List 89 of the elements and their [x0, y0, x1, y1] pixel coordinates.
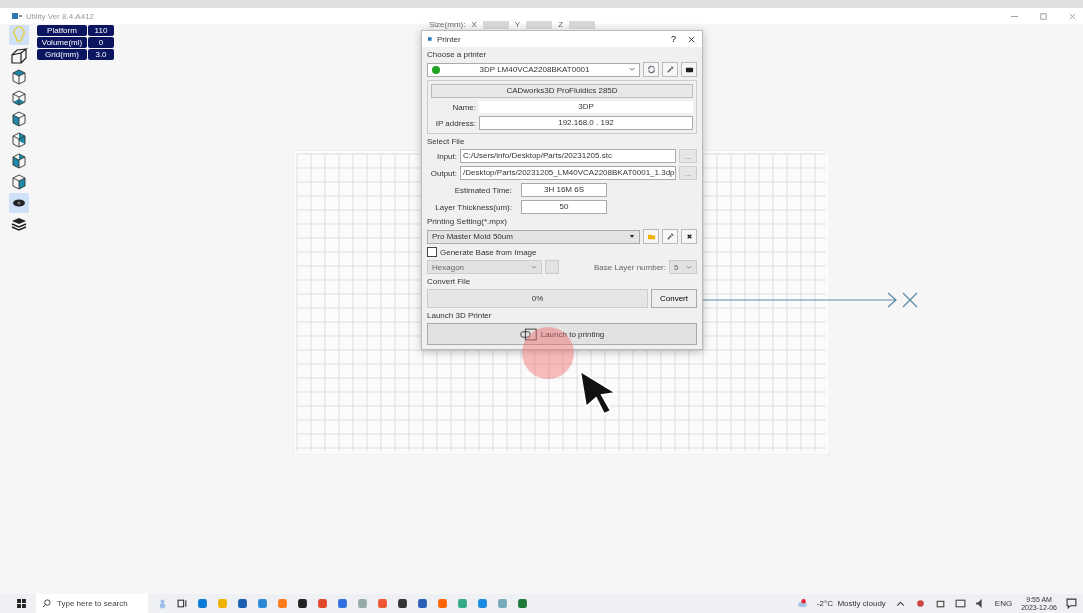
browse-button[interactable]: ...: [679, 149, 697, 163]
taskbar-search-field[interactable]: Type here to search: [36, 594, 148, 613]
size-input-field[interactable]: [482, 20, 509, 29]
name-label: Name:: [451, 102, 476, 112]
chevron-up-icon[interactable]: [894, 598, 906, 609]
wrench-icon: [665, 65, 675, 74]
ip-address-field[interactable]: 192.168.0 . 192: [479, 116, 693, 130]
perspective-box-icon[interactable]: [9, 46, 29, 66]
windows-start-icon[interactable]: [16, 598, 27, 609]
weather-text: -2°C Mostly cloudy: [816, 599, 886, 608]
layer-thickness-label: Layer Thickness(um):: [434, 202, 512, 212]
weather-icon: [796, 598, 808, 609]
help-button[interactable]: ?: [663, 34, 684, 44]
axis-label: Y: [514, 20, 521, 29]
cube-view-icon[interactable]: [9, 88, 29, 108]
cube-view-icon[interactable]: [9, 151, 29, 171]
app-icon: [12, 12, 22, 20]
launch-button[interactable]: Launch to printing: [427, 323, 697, 345]
info-label: Volume(ml): [37, 37, 87, 48]
output-path-field[interactable]: /Desktop/Parts/20231205_LM40VCA2208BKAT0001_1.3dp: [460, 166, 676, 180]
input-path-field[interactable]: C:/Users/info/Desktop/Parts/20231205.stc: [460, 149, 676, 163]
notification-icon[interactable]: [1066, 598, 1077, 609]
folder-icon: [646, 232, 656, 241]
cube-view-icon[interactable]: [9, 67, 29, 87]
section-heading: Printing Setting(*.mpx): [427, 217, 509, 226]
taskbar-app-icon[interactable]: [297, 598, 308, 609]
info-label: Grid(mm): [37, 49, 87, 60]
size-input-field[interactable]: [569, 20, 596, 29]
section-heading: Choose a printer: [427, 50, 488, 59]
checkbox[interactable]: [427, 247, 437, 257]
chevron-down-icon: [629, 67, 635, 72]
cube-view-icon[interactable]: [9, 130, 29, 150]
caret-icon: [629, 234, 635, 239]
cube-view-icon[interactable]: [9, 172, 29, 192]
browse-button[interactable]: ...: [679, 166, 697, 180]
size-label: Size(mm):: [429, 20, 466, 29]
wrench-button[interactable]: [662, 229, 678, 244]
info-value: 110: [88, 25, 114, 36]
card-icon: [684, 65, 694, 74]
image-dropdown[interactable]: Hexagon: [427, 260, 542, 274]
chevron-down-icon: [531, 264, 537, 270]
size-input-field[interactable]: [526, 20, 553, 29]
refresh-button[interactable]: [643, 62, 659, 77]
printer-model-label: CADworks3D ProFluidics 285D: [431, 84, 693, 98]
info-label: Platform: [37, 25, 87, 36]
window-title: Utility Ver 8.4.A412: [26, 11, 95, 21]
delete-button[interactable]: [681, 229, 697, 244]
printer-icon: [428, 36, 434, 42]
snowman-icon: [157, 598, 168, 609]
input-label: Input:: [436, 151, 457, 161]
output-label: Output:: [429, 168, 457, 178]
cross-icon: [684, 232, 694, 241]
wrench-icon: [665, 232, 675, 241]
info-value: 0: [88, 37, 114, 48]
dialog-title: Printer: [437, 34, 461, 44]
convert-button[interactable]: Convert: [651, 289, 697, 308]
section-heading: Launch 3D Printer: [427, 311, 493, 320]
network-icon[interactable]: [954, 598, 966, 609]
taskbar-app-icon[interactable]: [397, 598, 408, 609]
cube-view-icon[interactable]: [9, 109, 29, 129]
tray-icon[interactable]: [914, 598, 926, 609]
printer-dropdown[interactable]: 3DP LM40VCA2208BKAT0001: [427, 62, 640, 77]
section-heading: Convert File: [427, 277, 472, 286]
section-heading: Select File: [427, 137, 466, 146]
axis-label: Z: [558, 20, 564, 29]
plug-icon: [519, 327, 538, 341]
card-button[interactable]: [681, 62, 697, 77]
estimated-time-label: Estimated Time:: [453, 185, 512, 195]
estimated-time-field: 3H 16M 6S: [521, 183, 607, 197]
tray-icon[interactable]: [934, 598, 946, 609]
refresh-icon: [646, 65, 656, 74]
axis-label: X: [471, 20, 477, 29]
wrench-button[interactable]: [662, 62, 678, 77]
chevron-down-icon: [686, 264, 692, 270]
ip-label: IP address:: [434, 118, 476, 128]
base-layer-label: Base Layer number:: [593, 262, 666, 272]
printing-setting-dropdown[interactable]: Pro Master Mold 50um: [427, 229, 640, 244]
search-icon: [42, 599, 51, 608]
language-indicator[interactable]: ENG: [994, 599, 1013, 608]
printer-name: 3DP: [479, 101, 693, 113]
close-icon[interactable]: [687, 34, 696, 44]
generate-base-label: Generate Base from Image: [440, 247, 537, 257]
info-value: 3.0: [88, 49, 114, 60]
task-view-icon[interactable]: [177, 598, 188, 609]
progress-bar: 0%: [427, 289, 648, 308]
eye-icon[interactable]: [9, 193, 29, 213]
base-layer-dropdown[interactable]: 5: [669, 260, 697, 274]
layer-thickness-field[interactable]: 50: [521, 200, 607, 214]
click-highlight: [522, 327, 574, 379]
